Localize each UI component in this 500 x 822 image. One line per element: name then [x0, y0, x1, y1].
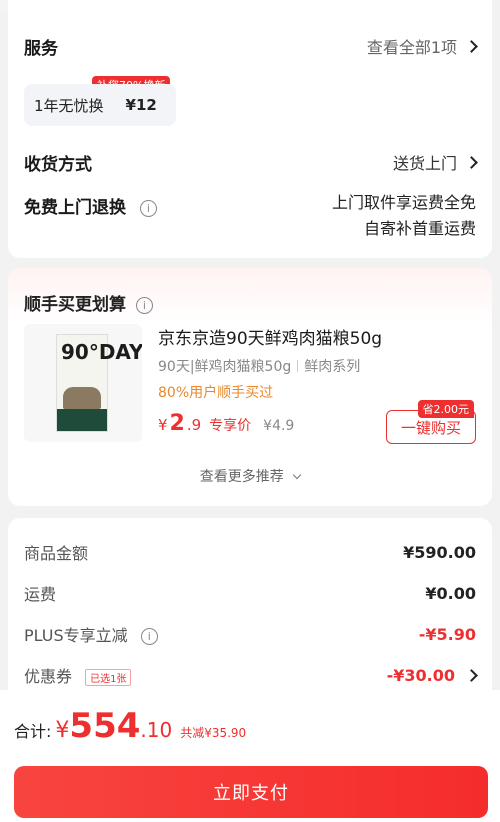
- more-recommendations-link[interactable]: 查看更多推荐: [8, 466, 492, 486]
- return-note-line2: 自寄补首重运费: [363, 219, 476, 238]
- shipping-label: 运费: [24, 585, 57, 604]
- plus-discount-value: -¥5.90: [418, 624, 476, 644]
- plus-discount-row: PLUS专享立减 i -¥5.90: [24, 622, 476, 646]
- service-chip-price: ¥12: [125, 96, 157, 114]
- goods-amount-value: ¥590.00: [403, 542, 476, 562]
- total-integer: 554: [69, 706, 141, 746]
- recommend-title: 顺手买更划算 i: [24, 290, 153, 315]
- savings-badge: 省2.00元: [417, 400, 474, 418]
- service-chip-name: 1年无忧换: [34, 96, 104, 115]
- price-currency: ¥: [158, 416, 168, 434]
- product-spec: 90天|鲜鸡肉猫粮50g: [158, 359, 292, 375]
- price-label: 专享价: [209, 418, 252, 434]
- product-subtitle: 90天|鲜鸡肉猫粮50g 鲜肉系列: [158, 356, 360, 376]
- total-decimal: .10: [140, 718, 173, 742]
- chevron-down-icon: [292, 470, 302, 480]
- divider: [297, 360, 299, 372]
- more-recommendations-label: 查看更多推荐: [199, 469, 284, 485]
- delivery-title: 收货方式: [24, 155, 92, 175]
- shipping-row: 运费 ¥0.00: [24, 581, 476, 605]
- product-series: 鲜肉系列: [304, 359, 361, 375]
- coupon-value: -¥30.00: [386, 665, 455, 685]
- info-icon[interactable]: i: [139, 199, 157, 217]
- shipping-value: ¥0.00: [425, 583, 476, 603]
- package-logo: 90°DAY: [61, 340, 142, 364]
- order-total: 合计: ¥ 554 .10 共减¥35.90: [14, 706, 246, 746]
- package-band: [57, 409, 107, 431]
- product-name[interactable]: 京东京造90天鲜鸡肉猫粮50g: [158, 324, 382, 349]
- info-icon[interactable]: i: [135, 296, 153, 314]
- coupon-value-group: -¥30.00: [386, 665, 478, 685]
- product-price: ¥ 2 .9 专享价 ¥4.9: [158, 411, 294, 436]
- cat-picture: [63, 387, 101, 409]
- total-currency: ¥: [55, 718, 70, 743]
- cat-food-package-image: 90°DAY: [56, 334, 142, 432]
- plus-discount-label: PLUS专享立减: [24, 626, 128, 645]
- amount-summary-card: 商品金额 ¥590.00 运费 ¥0.00 PLUS专享立减 i -¥5.90 …: [8, 518, 492, 718]
- total-saved: 共减¥35.90: [180, 726, 247, 740]
- product-image[interactable]: 90°DAY: [24, 324, 142, 442]
- coupon-label-group: 优惠券 已选1张: [24, 663, 132, 687]
- plus-discount-label-group: PLUS专享立减 i: [24, 622, 158, 646]
- service-delivery-card: 服务 查看全部1项 补您70%换新 1年无忧换 ¥12 收货方式 送货上门 免费…: [8, 0, 492, 258]
- original-price: ¥4.9: [263, 418, 295, 434]
- service-chip[interactable]: 1年无忧换 ¥12: [24, 84, 176, 126]
- return-title: 免费上门退换 i: [24, 193, 157, 218]
- recommend-title-label: 顺手买更划算: [24, 295, 126, 315]
- return-title-label: 免费上门退换: [24, 198, 126, 218]
- goods-amount-row: 商品金额 ¥590.00: [24, 540, 476, 564]
- goods-amount-label: 商品金额: [24, 544, 89, 563]
- return-note-line1: 上门取件享运费全免: [331, 193, 476, 212]
- coupon-row[interactable]: 优惠券 已选1张 -¥30.00: [24, 663, 478, 687]
- view-all-label: 查看全部1项: [366, 38, 457, 57]
- return-note: 上门取件享运费全免 自寄补首重运费: [332, 190, 476, 242]
- checkout-bar: 合计: ¥ 554 .10 共减¥35.90 立即支付: [0, 690, 500, 822]
- price-integer: 2: [169, 411, 185, 436]
- pay-now-button[interactable]: 立即支付: [14, 766, 488, 818]
- price-decimal: .9: [186, 416, 202, 434]
- coupon-label: 优惠券: [24, 667, 73, 686]
- chevron-right-icon: [465, 39, 478, 53]
- total-label: 合计:: [14, 722, 52, 741]
- info-icon[interactable]: i: [140, 628, 158, 645]
- chevron-right-icon: [465, 155, 478, 169]
- delivery-method-selector[interactable]: 送货上门: [392, 150, 478, 174]
- view-all-services-link[interactable]: 查看全部1项: [366, 34, 478, 58]
- chevron-right-icon: [465, 668, 478, 682]
- product-popularity: 80%用户顺手买过: [158, 385, 274, 401]
- recommend-card: 顺手买更划算 i 90°DAY 京东京造90天鲜鸡肉猫粮50g 90天|鲜鸡肉猫…: [8, 268, 492, 506]
- coupon-selected-badge: 已选1张: [85, 669, 132, 686]
- delivery-method-value: 送货上门: [392, 154, 457, 173]
- service-title: 服务: [24, 39, 58, 59]
